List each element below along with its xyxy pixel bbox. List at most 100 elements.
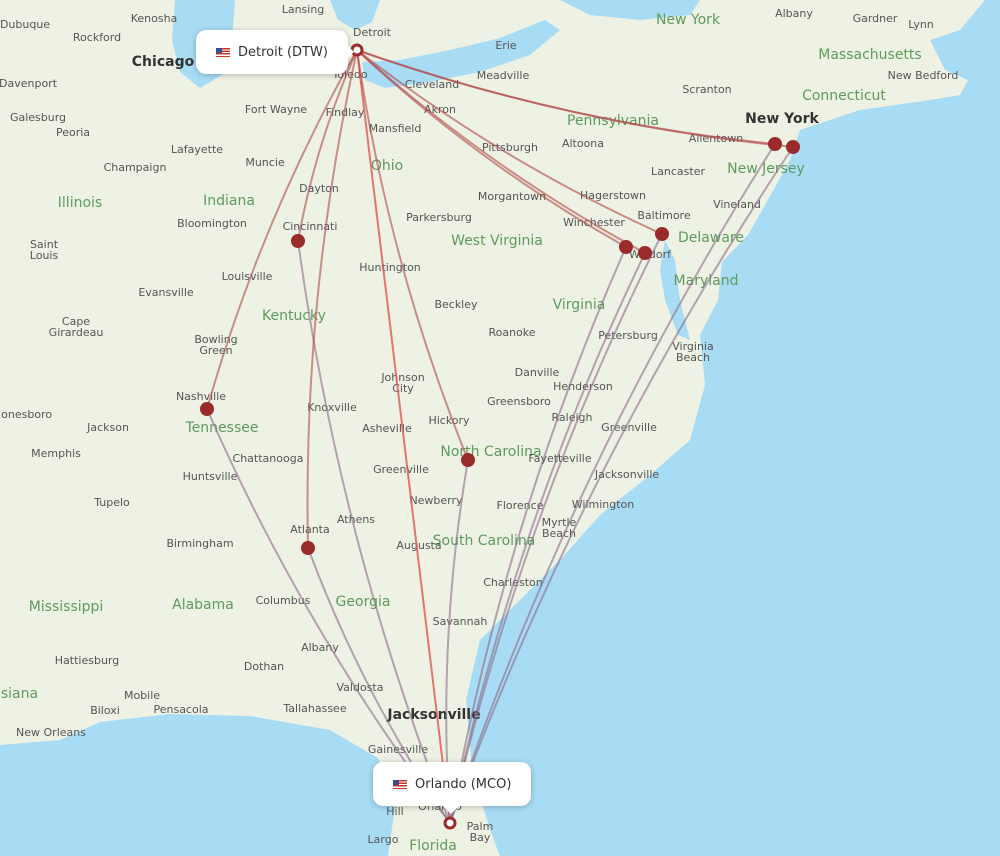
state-label: Georgia	[336, 594, 391, 610]
atlantic-ocean	[466, 0, 1000, 856]
route-from-dtw	[306, 49, 358, 549]
city-label: Savannah	[433, 615, 488, 628]
city-label: New Bedford	[888, 69, 959, 82]
origin-callout[interactable]: Detroit (DTW)	[196, 30, 354, 74]
city-label: Altoona	[562, 137, 604, 150]
stopover-airport-marker[interactable]	[619, 240, 633, 254]
lake-erie	[362, 20, 560, 88]
city-label: Gardner	[853, 12, 898, 25]
stopover-airport-marker[interactable]	[768, 137, 782, 151]
city-label: Evansville	[138, 286, 194, 299]
state-label: Florida	[409, 838, 457, 854]
stopover-airport-marker[interactable]	[461, 453, 475, 467]
city-label: Dayton	[299, 182, 339, 195]
city-label: Jackson	[86, 421, 129, 434]
city-label: Erie	[495, 39, 517, 52]
city-label: Atlanta	[290, 523, 329, 536]
city-label: Girardeau	[49, 326, 104, 339]
state-label: New Jersey	[727, 161, 805, 177]
city-label: Largo	[368, 833, 399, 846]
state-label: Indiana	[203, 193, 255, 209]
stopover-airport-marker[interactable]	[200, 402, 214, 416]
state-label: Mississippi	[29, 599, 104, 615]
city-label: Parkersburg	[406, 211, 472, 224]
stopover-airport-marker[interactable]	[655, 227, 669, 241]
city-label: Jonesboro	[0, 408, 52, 421]
city-label: Tupelo	[93, 496, 130, 509]
state-label: Virginia	[553, 297, 606, 313]
city-label: Champaign	[104, 161, 167, 174]
water-layer	[0, 0, 1000, 856]
stopover-airport-marker[interactable]	[786, 140, 800, 154]
city-label: Louisville	[222, 270, 273, 283]
city-label: Danville	[515, 366, 560, 379]
city-label: Mobile	[124, 689, 160, 702]
city-label: Mansfield	[369, 122, 422, 135]
major-city-label: Chicago	[132, 54, 195, 70]
city-label: Augusta	[396, 539, 441, 552]
stopover-airport-marker[interactable]	[301, 541, 315, 555]
major-city-label: New York	[745, 111, 819, 127]
city-label: Peoria	[56, 126, 90, 139]
stopover-airport-marker[interactable]	[291, 234, 305, 248]
city-label: Hickory	[428, 414, 470, 427]
city-label: Albany	[775, 7, 813, 20]
city-label: Muncie	[245, 156, 285, 169]
city-label: Tallahassee	[282, 702, 346, 715]
city-label: Hill	[386, 805, 403, 818]
origin-label: Detroit (DTW)	[238, 44, 328, 60]
city-label: Lynn	[908, 18, 934, 31]
city-label: Dothan	[244, 660, 284, 673]
city-label: Athens	[337, 513, 375, 526]
city-label: Roanoke	[488, 326, 535, 339]
city-label: Memphis	[31, 447, 81, 460]
state-label: West Virginia	[451, 233, 543, 249]
map-canvas[interactable]: Illinois IndianaOhioWest VirginiaPennsylv…	[0, 0, 1000, 856]
city-label: Florence	[497, 499, 544, 512]
destination-label: Orlando (MCO)	[415, 776, 512, 792]
city-label: Dubuque	[0, 18, 50, 31]
us-flag-icon	[393, 779, 407, 789]
destination-callout[interactable]: Orlando (MCO)	[373, 762, 532, 814]
city-label: Knoxville	[307, 401, 357, 414]
city-label: Winchester	[563, 216, 625, 229]
state-label: Massachusetts	[818, 47, 921, 63]
city-label: Bay	[470, 831, 491, 844]
state-label: Alabama	[172, 597, 234, 613]
city-label: Fort Wayne	[245, 103, 307, 116]
city-label: Asheville	[362, 422, 412, 435]
state-label: Illinois	[58, 195, 102, 211]
stopover-airport-marker[interactable]	[638, 246, 652, 260]
city-label: Chattanooga	[233, 452, 304, 465]
city-label: Hattiesburg	[55, 654, 119, 667]
city-label: Detroit	[353, 26, 392, 39]
city-label: Gainesville	[368, 743, 428, 756]
city-label: Baltimore	[637, 209, 690, 222]
city-label: Meadville	[477, 69, 530, 82]
city-label: Scranton	[682, 83, 731, 96]
city-label: New Orleans	[16, 726, 86, 739]
city-label: Huntington	[359, 261, 421, 274]
city-label: Wilmington	[572, 498, 635, 511]
city-label: Greensboro	[487, 395, 551, 408]
city-label: Newberry	[409, 494, 463, 507]
city-label: Bloomington	[177, 217, 247, 230]
state-label: New York	[656, 12, 721, 28]
city-label: Beach	[676, 351, 710, 364]
state-label: Tennessee	[185, 420, 259, 436]
city-label: Lancaster	[651, 165, 705, 178]
city-label: City	[392, 382, 414, 395]
city-label: Biloxi	[90, 704, 120, 717]
state-label: Connecticut	[802, 88, 886, 104]
city-label: Lafayette	[171, 143, 223, 156]
major-city-label: Jacksonville	[386, 707, 480, 723]
city-label: Lansing	[282, 3, 325, 16]
city-label: Galesburg	[10, 111, 66, 124]
state-label: Louisiana	[0, 686, 38, 702]
us-flag-icon	[216, 47, 230, 57]
city-label: Kenosha	[131, 12, 178, 25]
city-label: Huntsville	[183, 470, 238, 483]
city-label: Pensacola	[153, 703, 208, 716]
city-label: Rockford	[73, 31, 121, 44]
state-label: North Carolina	[440, 444, 541, 460]
